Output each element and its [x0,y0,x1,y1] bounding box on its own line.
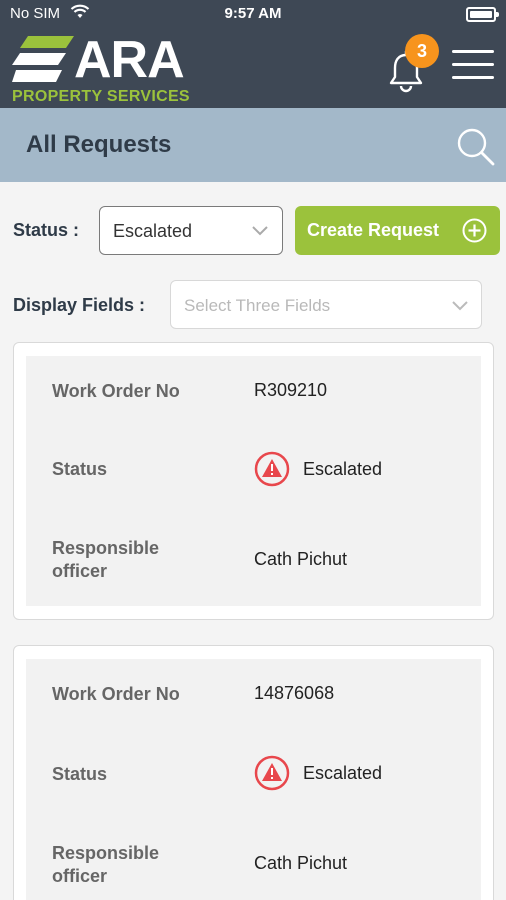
request-card[interactable]: Work Order No 14876068 Status Escalated … [13,645,494,900]
work-order-value: 14876068 [254,683,335,703]
request-card[interactable]: Work Order No R309210 Status Escalated R… [13,342,494,620]
officer-label-line1: Responsible [52,843,160,863]
page-title-bar: All Requests [0,108,506,182]
clock: 9:57 AM [224,5,282,22]
create-request-label: Create Request [307,220,440,240]
ara-logo[interactable]: ARA PROPERTY SERVICES [12,31,202,105]
app-header: ARA PROPERTY SERVICES 3 [0,28,506,108]
status-bar: No SIM 9:57 AM [0,0,506,28]
escalated-warning-icon [254,451,290,487]
status-label: Status [52,459,108,479]
logo-stripes-icon [12,36,74,82]
chevron-down-icon [452,301,468,311]
logo-subtitle: PROPERTY SERVICES [12,88,190,105]
menu-hamburger-icon[interactable] [452,50,494,80]
work-order-label: Work Order No [52,381,180,401]
status-label: Status [52,764,108,784]
work-order-value: R309210 [254,380,328,400]
status-value: Escalated [303,763,383,783]
status-filter-label: Status : [13,220,80,240]
display-fields-dropdown[interactable]: Select Three Fields [170,280,482,329]
logo-text: ARA [74,31,185,89]
request-card-body: Work Order No R309210 Status Escalated R… [26,356,481,606]
page-title: All Requests [26,131,172,158]
battery-icon [466,7,499,22]
officer-label: Responsible officer [52,537,159,583]
status-dropdown[interactable]: Escalated [99,206,283,255]
display-fields-label: Display Fields : [13,295,146,315]
work-order-label: Work Order No [52,684,180,704]
search-icon[interactable] [456,127,496,167]
plus-circle-icon [462,218,487,243]
officer-label-line1: Responsible [52,538,160,558]
request-card-body: Work Order No 14876068 Status Escalated … [26,659,481,900]
officer-label-line2: officer [52,866,108,886]
escalated-warning-icon [254,755,290,791]
status-dropdown-value: Escalated [113,221,193,241]
display-fields-placeholder: Select Three Fields [184,296,331,315]
officer-label: Responsible officer [52,842,159,888]
chevron-down-icon [252,226,268,236]
officer-label-line2: officer [52,561,108,581]
officer-value: Cath Pichut [254,853,348,873]
officer-value: Cath Pichut [254,549,348,569]
create-request-button[interactable]: Create Request [295,206,500,255]
notification-badge: 3 [405,34,439,68]
status-value: Escalated [303,459,383,479]
